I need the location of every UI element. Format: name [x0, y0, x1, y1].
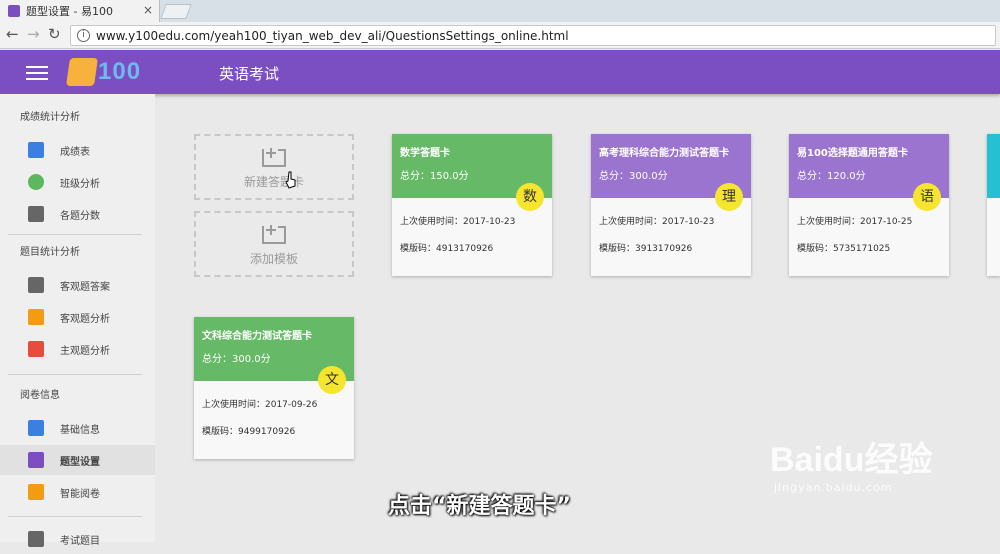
divider [8, 516, 142, 517]
favicon-icon [8, 5, 20, 17]
browser-toolbar: ← → ↻ i www.y100edu.com/yeah100_tiyan_we… [0, 22, 1000, 49]
watermark-sub: jingyan.baidu.com [774, 481, 893, 494]
sidebar-section-title: 题目统计分析 [20, 247, 80, 258]
sidebar-item-class-analysis[interactable]: 班级分析 [0, 167, 155, 197]
card-template-code: 模版码：5735171025 [797, 244, 891, 254]
card-header [987, 134, 1000, 198]
close-tab-icon[interactable]: × [143, 3, 153, 17]
video-subtitle: 点击“新建答题卡” [388, 494, 571, 519]
sidebar-item-label: 基础信息 [60, 424, 100, 436]
answer-card[interactable]: 高考理科综合能力测试答题卡 总分：300.0分 理 上次使用时间：2017-10… [591, 134, 751, 276]
add-icon [262, 222, 286, 244]
card-template-code: 模版码：9499170926 [202, 427, 296, 437]
watermark-main: Baidu经验 [770, 441, 933, 479]
new-answer-card-button[interactable]: 新建答题卡 [194, 134, 354, 200]
sidebar-item-question-settings[interactable]: 题型设置 [0, 445, 155, 475]
app-header: 100 英语考试 [0, 50, 1000, 94]
browser-tabstrip: 题型设置 - 易100 × [0, 0, 1000, 22]
card-title: 文科综合能力测试答题卡 [202, 331, 312, 342]
sidebar-section-title: 阅卷信息 [20, 390, 60, 401]
card-title: 易100选择题通用答题卡 [797, 148, 908, 159]
sidebar-item-label: 主观题分析 [60, 345, 110, 357]
subject-badge: 文 [318, 366, 346, 394]
bag-icon [28, 484, 44, 500]
card-score: 总分：300.0分 [599, 171, 668, 182]
sidebar-section-title: 成绩统计分析 [20, 112, 80, 123]
site-info-icon[interactable]: i [77, 29, 90, 42]
card-header: 文科综合能力测试答题卡 总分：300.0分 文 [194, 317, 354, 394]
list-icon [28, 341, 44, 357]
clipboard-icon [28, 142, 44, 158]
tab-title: 题型设置 - 易100 [26, 5, 113, 18]
hand-cursor-icon [285, 171, 296, 189]
sidebar-item-smart-marking[interactable]: 智能阅卷 [0, 477, 155, 507]
logo-mark-icon [66, 58, 98, 86]
sidebar-item-subjective-analysis[interactable]: 主观题分析 [0, 334, 155, 364]
abcd-icon [28, 309, 44, 325]
add-icon [262, 145, 286, 167]
sidebar-item-question-scores[interactable]: 各题分数 [0, 199, 155, 229]
card-last-used: 上次使用时间：2017-10-25 [797, 217, 913, 227]
add-template-label: 添加模板 [249, 251, 298, 266]
sidebar-item-objective-answers[interactable]: 客观题答案 [0, 270, 155, 300]
sidebar-item-label: 智能阅卷 [60, 488, 100, 500]
add-template-button[interactable]: 添加模板 [194, 211, 354, 277]
card-header: 易100选择题通用答题卡 总分：120.0分 语 [789, 134, 949, 211]
answer-card-partial[interactable] [987, 134, 1000, 276]
comment-icon [28, 277, 44, 293]
users-icon [28, 174, 44, 190]
sidebar-item-label: 题型设置 [60, 456, 100, 468]
address-bar[interactable]: i www.y100edu.com/yeah100_tiyan_web_dev_… [70, 25, 996, 46]
browser-tab[interactable]: 题型设置 - 易100 × [0, 0, 160, 22]
logo[interactable]: 100 [66, 57, 142, 87]
sidebar: 成绩统计分析 成绩表 班级分析 各题分数 题目统计分析 客观题答案 客观题分析 … [0, 94, 155, 547]
document-icon [28, 206, 44, 222]
sort-icon [28, 452, 44, 468]
divider [8, 234, 142, 235]
sidebar-item-label: 各题分数 [60, 210, 100, 222]
subject-badge: 数 [516, 183, 544, 211]
card-template-code: 模版码：3913170926 [599, 244, 693, 254]
card-score: 总分：300.0分 [202, 354, 271, 365]
answer-card[interactable]: 易100选择题通用答题卡 总分：120.0分 语 上次使用时间：2017-10-… [789, 134, 949, 276]
answer-card[interactable]: 数学答题卡 总分：150.0分 数 上次使用时间：2017-10-23 模版码：… [392, 134, 552, 276]
baidu-watermark: Baidu经验 jingyan.baidu.com [770, 432, 932, 494]
page-title: 英语考试 [219, 65, 280, 83]
card-score: 总分：150.0分 [400, 171, 469, 182]
divider [8, 374, 142, 375]
logo-text: 100 [98, 58, 142, 85]
card-last-used: 上次使用时间：2017-10-23 [599, 217, 715, 227]
answer-card[interactable]: 文科综合能力测试答题卡 总分：300.0分 文 上次使用时间：2017-09-2… [194, 317, 354, 459]
card-last-used: 上次使用时间：2017-10-23 [400, 217, 516, 227]
subject-badge: 理 [715, 183, 743, 211]
card-last-used: 上次使用时间：2017-09-26 [202, 400, 318, 410]
sidebar-item-basic-info[interactable]: 基础信息 [0, 413, 155, 443]
sidebar-item-exam-questions[interactable]: 考试题目 [0, 524, 155, 554]
card-header: 高考理科综合能力测试答题卡 总分：300.0分 理 [591, 134, 751, 211]
new-tab-button[interactable] [160, 4, 192, 19]
card-template-code: 模版码：4913170926 [400, 244, 494, 254]
back-icon[interactable]: ← [6, 25, 19, 43]
sidebar-item-label: 成绩表 [60, 146, 90, 158]
forward-icon[interactable]: → [27, 25, 40, 43]
sidebar-item-label: 客观题答案 [60, 281, 110, 293]
menu-icon[interactable] [26, 66, 48, 80]
card-title: 数学答题卡 [400, 148, 450, 159]
reload-icon[interactable]: ↻ [48, 25, 61, 43]
sidebar-item-label: 客观题分析 [60, 313, 110, 325]
sidebar-item-score-table[interactable]: 成绩表 [0, 135, 155, 165]
url-text: www.y100edu.com/yeah100_tiyan_web_dev_al… [96, 28, 569, 43]
info-list-icon [28, 420, 44, 436]
sidebar-item-label: 考试题目 [60, 535, 100, 547]
subject-badge: 语 [913, 183, 941, 211]
card-header: 数学答题卡 总分：150.0分 数 [392, 134, 552, 211]
card-title: 高考理科综合能力测试答题卡 [599, 148, 729, 159]
sidebar-item-label: 班级分析 [60, 178, 100, 190]
sidebar-item-objective-analysis[interactable]: 客观题分析 [0, 302, 155, 332]
exam-icon [28, 531, 44, 547]
card-score: 总分：120.0分 [797, 171, 866, 182]
